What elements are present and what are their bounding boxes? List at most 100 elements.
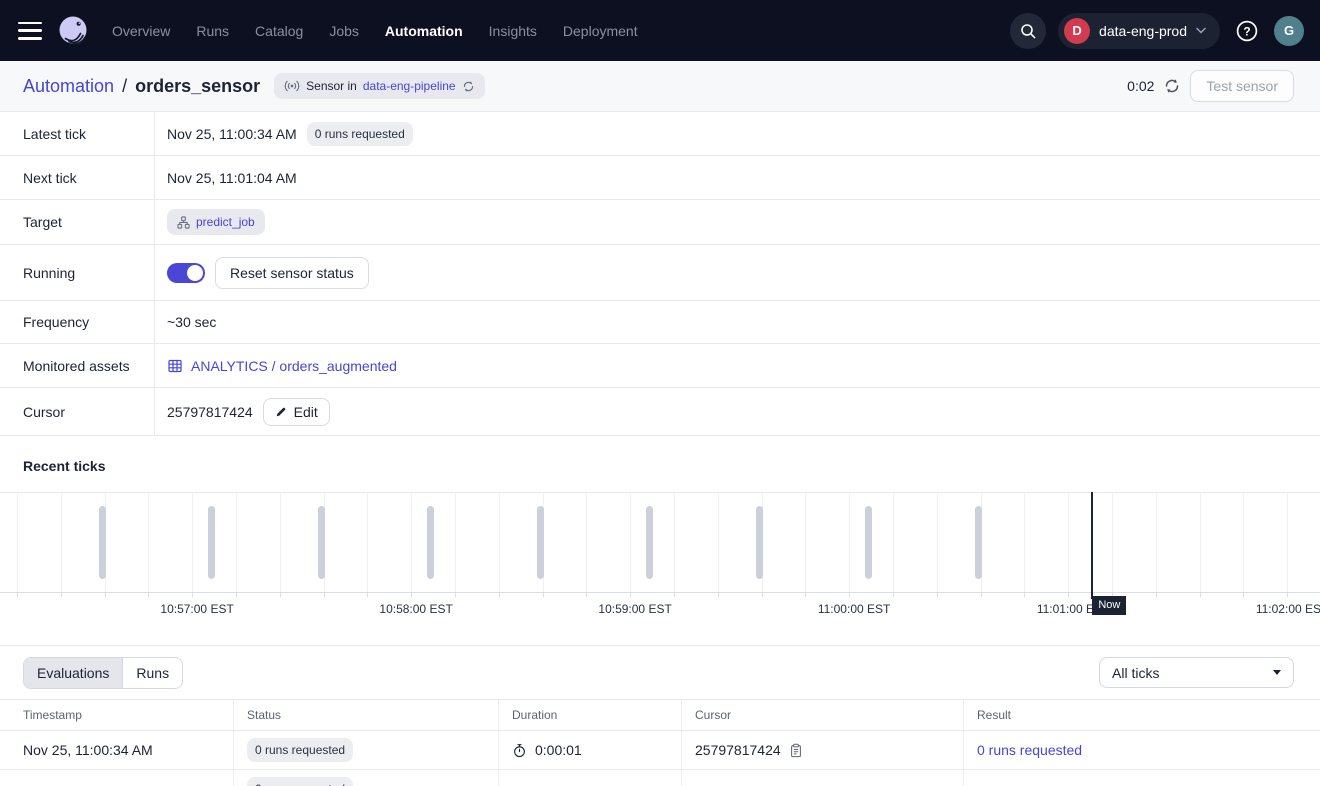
copy-cursor-button[interactable] — [789, 743, 803, 758]
axis-tickmark — [849, 593, 850, 597]
tick-filter-dropdown[interactable]: All ticks — [1099, 657, 1294, 688]
frequency-value: ~30 sec — [167, 314, 216, 330]
cell-status-badge-partial: 0 runs requested — [247, 777, 353, 786]
target-label: Target — [0, 200, 155, 244]
cursor-label: Cursor — [0, 388, 155, 435]
gridline — [718, 493, 719, 592]
now-badge: Now — [1092, 596, 1126, 615]
recent-ticks-title: Recent ticks — [0, 436, 1320, 492]
nav-item-insights[interactable]: Insights — [489, 23, 537, 39]
axis-tickmark — [280, 593, 281, 597]
recent-ticks-chart: 10:57:00 EST10:58:00 EST10:59:00 EST11:0… — [0, 492, 1320, 645]
ticks-chart-plot — [0, 492, 1320, 593]
edit-cursor-button[interactable]: Edit — [263, 398, 330, 426]
axis-label: 10:57:00 EST — [160, 602, 233, 616]
axis-tickmark — [455, 593, 456, 597]
target-job-link[interactable]: predict_job — [196, 215, 255, 229]
axis-tickmark — [1243, 593, 1244, 597]
hamburger-menu-icon[interactable] — [18, 22, 42, 40]
deployment-initial-badge: D — [1064, 18, 1090, 44]
tick-bar[interactable] — [99, 506, 106, 579]
gridline — [893, 493, 894, 592]
nav-item-runs[interactable]: Runs — [196, 23, 229, 39]
breadcrumb-automation-link[interactable]: Automation — [23, 76, 114, 97]
gridline — [1243, 493, 1244, 592]
dagster-logo[interactable] — [56, 14, 90, 48]
page-header: Automation / orders_sensor Sensor in dat… — [0, 61, 1320, 112]
latest-tick-label: Latest tick — [0, 112, 155, 155]
running-toggle[interactable] — [167, 263, 205, 283]
gridline — [1112, 493, 1113, 592]
gridline — [61, 493, 62, 592]
axis-tickmark — [543, 593, 544, 597]
sensor-details: Latest tick Nov 25, 11:00:34 AM 0 runs r… — [0, 112, 1320, 436]
axis-tickmark — [411, 593, 412, 597]
gridline — [586, 493, 587, 592]
gridline — [367, 493, 368, 592]
gridline — [1156, 493, 1157, 592]
cell-result-link[interactable]: 0 runs requested — [977, 742, 1082, 758]
deployment-switcher[interactable]: D data-eng-prod — [1058, 13, 1220, 49]
now-marker-line — [1091, 492, 1093, 599]
asset-table-icon — [167, 358, 183, 374]
reset-sensor-status-button[interactable]: Reset sensor status — [215, 257, 369, 289]
latest-tick-row: Latest tick Nov 25, 11:00:34 AM 0 runs r… — [0, 112, 1320, 156]
cell-duration: 0:00:01 — [535, 742, 582, 758]
table-header: Timestamp Status Duration Cursor Result — [0, 699, 1320, 731]
axis-tickmark — [499, 593, 500, 597]
cursor-value: 25797817424 — [167, 404, 253, 420]
frequency-label: Frequency — [0, 301, 155, 343]
nav-item-overview[interactable]: Overview — [112, 23, 170, 39]
nav-item-catalog[interactable]: Catalog — [255, 23, 303, 39]
monitored-asset-link[interactable]: ANALYTICS / orders_augmented — [167, 358, 397, 374]
tick-bar[interactable] — [208, 506, 215, 579]
table-row: Nov 25, 11:00:34 AM 0 runs requested 0:0… — [0, 731, 1320, 770]
user-avatar[interactable]: G — [1274, 16, 1304, 46]
gridline — [1200, 493, 1201, 592]
tab-evaluations[interactable]: Evaluations — [24, 658, 122, 688]
nav-items: Overview Runs Catalog Jobs Automation In… — [112, 23, 638, 39]
tick-bar[interactable] — [756, 506, 763, 579]
monitored-asset-name: ANALYTICS / orders_augmented — [191, 358, 397, 374]
code-location-link[interactable]: data-eng-pipeline — [363, 79, 456, 93]
axis-tickmark — [805, 593, 806, 597]
tick-bar[interactable] — [865, 506, 872, 579]
search-button[interactable] — [1010, 13, 1046, 49]
axis-tickmark — [1156, 593, 1157, 597]
target-row: Target predict_job — [0, 200, 1320, 245]
cell-timestamp: Nov 25, 11:00:34 AM — [0, 731, 233, 769]
col-duration: Duration — [498, 700, 681, 730]
nav-item-automation[interactable]: Automation — [385, 23, 463, 39]
reload-location-icon[interactable] — [462, 80, 475, 93]
monitored-assets-row: Monitored assets ANALYTICS / orders_augm… — [0, 344, 1320, 388]
cursor-row: Cursor 25797817424 Edit — [0, 388, 1320, 436]
target-job-pill[interactable]: predict_job — [167, 209, 265, 235]
refresh-button[interactable] — [1164, 78, 1180, 94]
axis-tickmark — [17, 593, 18, 597]
help-button[interactable]: ? — [1232, 16, 1262, 46]
axis-tickmark — [893, 593, 894, 597]
sensor-type-badge: Sensor in data-eng-pipeline — [274, 73, 484, 99]
refresh-icon — [1164, 78, 1180, 94]
nav-item-jobs[interactable]: Jobs — [329, 23, 359, 39]
tick-bar[interactable] — [318, 506, 325, 579]
axis-tickmark — [1287, 593, 1288, 597]
col-result: Result — [963, 700, 1320, 730]
tick-bar[interactable] — [975, 506, 982, 579]
nav-item-deployment[interactable]: Deployment — [563, 23, 638, 39]
gridline — [455, 493, 456, 592]
running-label: Running — [0, 245, 155, 300]
gridline — [499, 493, 500, 592]
gridline — [630, 493, 631, 592]
tick-bar[interactable] — [427, 506, 434, 579]
axis-tickmark — [105, 593, 106, 597]
tick-bar[interactable] — [646, 506, 653, 579]
col-timestamp: Timestamp — [0, 700, 233, 730]
tick-bar[interactable] — [537, 506, 544, 579]
job-graph-icon — [177, 216, 190, 229]
breadcrumb: Automation / orders_sensor — [23, 76, 260, 97]
refresh-countdown: 0:02 — [1127, 78, 1154, 94]
test-sensor-button[interactable]: Test sensor — [1190, 70, 1294, 102]
axis-tickmark — [630, 593, 631, 597]
tab-runs[interactable]: Runs — [122, 658, 182, 688]
